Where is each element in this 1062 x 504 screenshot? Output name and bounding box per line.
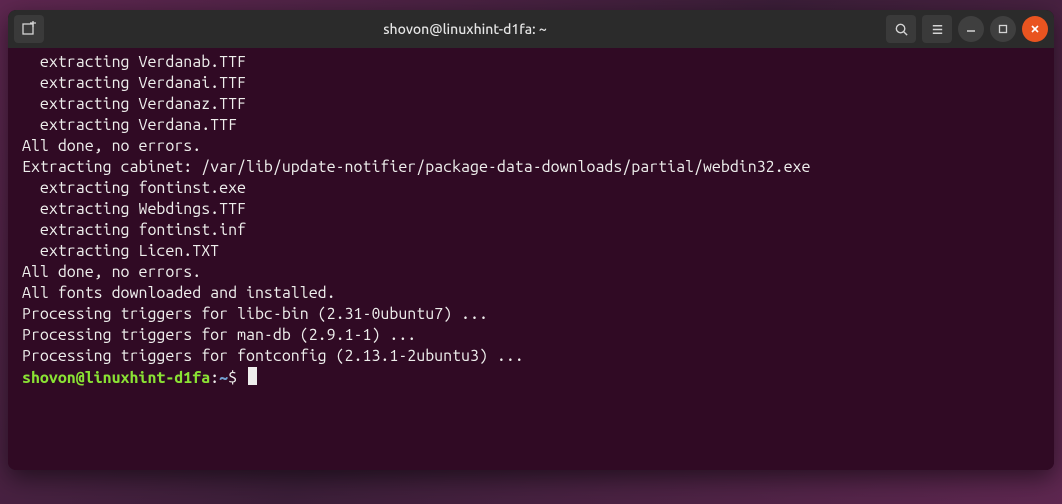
titlebar: shovon@linuxhint-d1fa: ~ (8, 10, 1054, 48)
search-icon (894, 22, 909, 37)
prompt-user-host: shovon@linuxhint-d1fa (22, 369, 210, 387)
output-line: extracting fontinst.exe (22, 178, 1044, 199)
minimize-button[interactable] (958, 16, 984, 42)
output-line: All done, no errors. (22, 262, 1044, 283)
menu-icon (930, 22, 945, 37)
output-line: All done, no errors. (22, 136, 1044, 157)
prompt-separator: : (210, 369, 219, 387)
cursor (248, 367, 257, 385)
output-line: Processing triggers for man-db (2.9.1-1)… (22, 325, 1044, 346)
minimize-icon (965, 23, 977, 35)
output-line: All fonts downloaded and installed. (22, 283, 1044, 304)
window-title: shovon@linuxhint-d1fa: ~ (44, 21, 886, 37)
output-line: Extracting cabinet: /var/lib/update-noti… (22, 157, 1044, 178)
titlebar-right (886, 15, 1048, 43)
prompt-symbol: $ (228, 369, 237, 387)
prompt-line: shovon@linuxhint-d1fa:~$ (22, 367, 1044, 389)
output-line: extracting Verdanab.TTF (22, 52, 1044, 73)
output-line: extracting fontinst.inf (22, 220, 1044, 241)
new-tab-button[interactable] (14, 15, 44, 43)
output-line: Processing triggers for libc-bin (2.31-0… (22, 304, 1044, 325)
close-button[interactable] (1022, 16, 1048, 42)
menu-button[interactable] (922, 15, 952, 43)
output-line: extracting Licen.TXT (22, 241, 1044, 262)
output-line: extracting Webdings.TTF (22, 199, 1044, 220)
output-line: extracting Verdanaz.TTF (22, 94, 1044, 115)
terminal-window: shovon@linuxhint-d1fa: ~ extracting Verd… (8, 10, 1054, 470)
search-button[interactable] (886, 15, 916, 43)
prompt-path: ~ (219, 369, 228, 387)
maximize-icon (997, 23, 1009, 35)
close-icon (1029, 23, 1041, 35)
output-line: extracting Verdanai.TTF (22, 73, 1044, 94)
output-line: extracting Verdana.TTF (22, 115, 1044, 136)
terminal-content[interactable]: extracting Verdanab.TTF extracting Verda… (8, 48, 1054, 470)
output-line: Processing triggers for fontconfig (2.13… (22, 346, 1044, 367)
titlebar-left (14, 15, 44, 43)
maximize-button[interactable] (990, 16, 1016, 42)
new-tab-icon (21, 21, 37, 37)
